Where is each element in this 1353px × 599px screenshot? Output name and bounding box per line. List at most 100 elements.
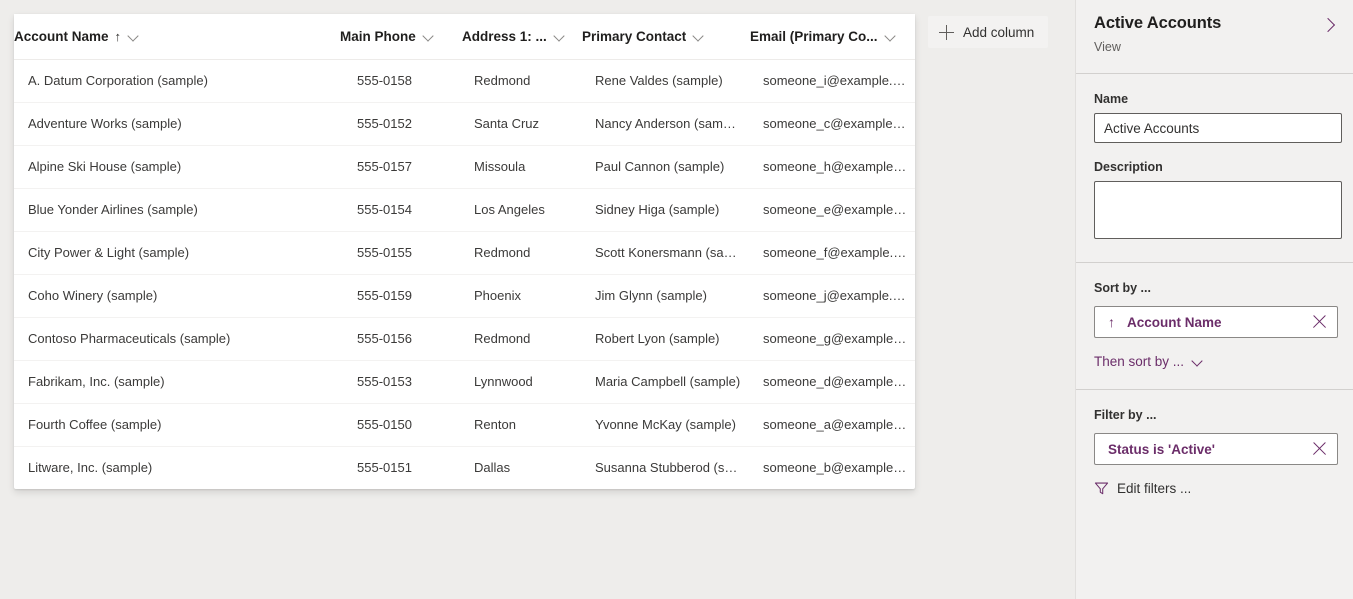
panel-section-sort: Sort by ... ↑ Account Name Then sort by … — [1076, 263, 1353, 390]
cell-primary-contact: Rene Valdes (sample) — [582, 59, 750, 102]
cell-email: someone_e@example.com — [750, 188, 915, 231]
cell-address: Los Angeles — [462, 188, 582, 231]
cell-account-name: Contoso Pharmaceuticals (sample) — [14, 317, 340, 360]
cell-address: Redmond — [462, 59, 582, 102]
table-row[interactable]: City Power & Light (sample) 555-0155 Red… — [14, 231, 915, 274]
chevron-down-icon[interactable] — [693, 31, 704, 42]
cell-primary-contact: Paul Cannon (sample) — [582, 145, 750, 188]
cell-email: someone_a@example.com — [750, 403, 915, 446]
cell-main-phone: 555-0152 — [340, 102, 462, 145]
close-icon[interactable] — [1312, 314, 1328, 330]
table-row[interactable]: Fourth Coffee (sample) 555-0150 Renton Y… — [14, 403, 915, 446]
page-title: Active Accounts — [1094, 14, 1337, 33]
cell-account-name: Adventure Works (sample) — [14, 102, 340, 145]
add-column-button[interactable]: Add column — [928, 16, 1048, 48]
accounts-grid-card: Account Name ↑ Main Phone — [14, 14, 915, 489]
chevron-down-icon[interactable] — [423, 31, 434, 42]
grid-canvas: Account Name ↑ Main Phone — [0, 0, 1075, 599]
cell-primary-contact: Nancy Anderson (sample) — [582, 102, 750, 145]
table-row[interactable]: Adventure Works (sample) 555-0152 Santa … — [14, 102, 915, 145]
cell-main-phone: 555-0159 — [340, 274, 462, 317]
column-header-address-1[interactable]: Address 1: ... — [462, 14, 582, 59]
column-header-label: Address 1: ... — [462, 29, 547, 44]
cell-email: someone_i@example.com — [750, 59, 915, 102]
chevron-down-icon[interactable] — [885, 31, 896, 42]
view-properties-panel: Active Accounts View Name Description So… — [1075, 0, 1353, 599]
cell-account-name: Fourth Coffee (sample) — [14, 403, 340, 446]
cell-main-phone: 555-0158 — [340, 59, 462, 102]
then-sort-by-button[interactable]: Then sort by ... — [1094, 354, 1204, 369]
chevron-down-icon — [1192, 356, 1204, 368]
cell-primary-contact: Jim Glynn (sample) — [582, 274, 750, 317]
cell-account-name: A. Datum Corporation (sample) — [14, 59, 340, 102]
sort-ascending-icon: ↑ — [1108, 315, 1115, 329]
table-row[interactable]: Coho Winery (sample) 555-0159 Phoenix Ji… — [14, 274, 915, 317]
cell-primary-contact: Scott Konersmann (sample) — [582, 231, 750, 274]
description-input[interactable] — [1094, 181, 1342, 239]
table-header: Account Name ↑ Main Phone — [14, 14, 915, 59]
edit-filters-button[interactable]: Edit filters ... — [1094, 481, 1191, 496]
table-row[interactable]: Litware, Inc. (sample) 555-0151 Dallas S… — [14, 446, 915, 489]
column-header-primary-contact[interactable]: Primary Contact — [582, 14, 750, 59]
filter-pill-label: Status is 'Active' — [1108, 442, 1215, 457]
column-header-label: Email (Primary Co... — [750, 29, 878, 44]
name-field-label: Name — [1094, 92, 1335, 106]
then-sort-by-label: Then sort by ... — [1094, 354, 1184, 369]
cell-account-name: City Power & Light (sample) — [14, 231, 340, 274]
table-row[interactable]: Blue Yonder Airlines (sample) 555-0154 L… — [14, 188, 915, 231]
cell-account-name: Litware, Inc. (sample) — [14, 446, 340, 489]
cell-main-phone: 555-0155 — [340, 231, 462, 274]
cell-address: Missoula — [462, 145, 582, 188]
funnel-icon — [1094, 481, 1109, 496]
cell-email: someone_h@example.com — [750, 145, 915, 188]
cell-address: Lynnwood — [462, 360, 582, 403]
panel-section-details: Name Description — [1076, 74, 1353, 263]
column-header-label: Main Phone — [340, 29, 416, 44]
table-row[interactable]: Fabrikam, Inc. (sample) 555-0153 Lynnwoo… — [14, 360, 915, 403]
table-row[interactable]: Contoso Pharmaceuticals (sample) 555-015… — [14, 317, 915, 360]
cell-main-phone: 555-0151 — [340, 446, 462, 489]
table-row[interactable]: Alpine Ski House (sample) 555-0157 Misso… — [14, 145, 915, 188]
close-icon[interactable] — [1312, 441, 1328, 457]
cell-email: someone_d@example.com — [750, 360, 915, 403]
sort-pill-account-name[interactable]: ↑ Account Name — [1094, 306, 1338, 338]
panel-header: Active Accounts View — [1076, 0, 1353, 74]
cell-account-name: Alpine Ski House (sample) — [14, 145, 340, 188]
cell-primary-contact: Maria Campbell (sample) — [582, 360, 750, 403]
cell-address: Renton — [462, 403, 582, 446]
filter-pill-status-active[interactable]: Status is 'Active' — [1094, 433, 1338, 465]
chevron-down-icon[interactable] — [128, 31, 139, 42]
cell-main-phone: 555-0157 — [340, 145, 462, 188]
column-header-account-name[interactable]: Account Name ↑ — [14, 14, 340, 59]
chevron-down-icon[interactable] — [554, 31, 565, 42]
cell-address: Santa Cruz — [462, 102, 582, 145]
cell-email: someone_g@example.com — [750, 317, 915, 360]
column-header-label: Account Name — [14, 29, 109, 44]
cell-address: Redmond — [462, 317, 582, 360]
cell-primary-contact: Susanna Stubberod (samp... — [582, 446, 750, 489]
cell-primary-contact: Sidney Higa (sample) — [582, 188, 750, 231]
description-field-label: Description — [1094, 160, 1335, 174]
chevron-right-icon[interactable] — [1315, 11, 1343, 39]
add-column-label: Add column — [963, 25, 1034, 40]
table-row[interactable]: A. Datum Corporation (sample) 555-0158 R… — [14, 59, 915, 102]
name-input[interactable] — [1094, 113, 1342, 143]
edit-filters-label: Edit filters ... — [1117, 481, 1191, 496]
cell-address: Dallas — [462, 446, 582, 489]
cell-email: someone_c@example.com — [750, 102, 915, 145]
sort-ascending-icon: ↑ — [115, 30, 122, 43]
column-header-label: Primary Contact — [582, 29, 686, 44]
cell-main-phone: 555-0156 — [340, 317, 462, 360]
cell-main-phone: 555-0154 — [340, 188, 462, 231]
column-header-main-phone[interactable]: Main Phone — [340, 14, 462, 59]
view-editor-screen: Account Name ↑ Main Phone — [0, 0, 1353, 599]
filter-by-heading: Filter by ... — [1094, 408, 1335, 422]
column-header-email-primary-contact[interactable]: Email (Primary Co... — [750, 14, 915, 59]
cell-address: Phoenix — [462, 274, 582, 317]
cell-account-name: Coho Winery (sample) — [14, 274, 340, 317]
panel-section-filter: Filter by ... Status is 'Active' Edit fi… — [1076, 390, 1353, 516]
cell-email: someone_b@example.com — [750, 446, 915, 489]
cell-address: Redmond — [462, 231, 582, 274]
plus-icon — [939, 25, 954, 40]
table-header-row: Account Name ↑ Main Phone — [14, 14, 915, 59]
